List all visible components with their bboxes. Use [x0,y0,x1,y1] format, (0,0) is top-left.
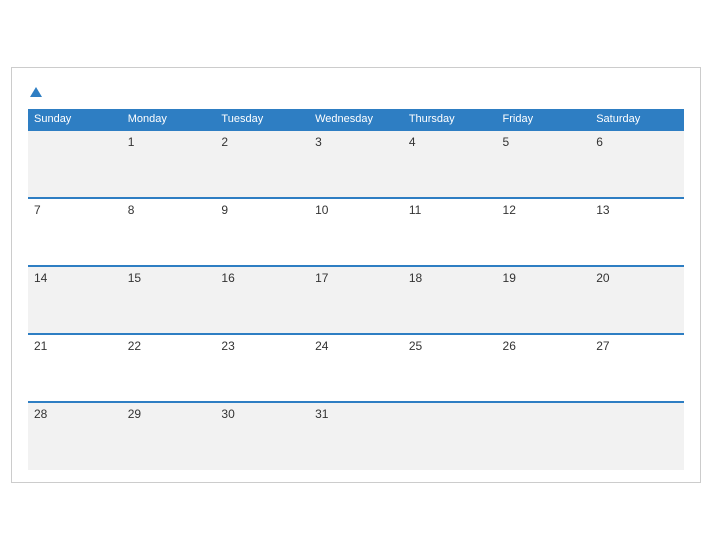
calendar-day-cell: 24 [309,334,403,402]
weekday-header-thursday: Thursday [403,109,497,130]
calendar-day-cell: 19 [497,266,591,334]
day-number: 19 [503,271,516,285]
weekday-header-tuesday: Tuesday [215,109,309,130]
calendar-day-cell: 18 [403,266,497,334]
day-number: 8 [128,203,135,217]
calendar-week-row: 1 2 3 4 5 6 [28,130,684,198]
day-number: 20 [596,271,609,285]
calendar-week-row: 14 15 16 17 18 19 20 [28,266,684,334]
day-number: 22 [128,339,141,353]
day-number: 28 [34,407,47,421]
calendar-week-row: 7 8 9 10 11 12 13 [28,198,684,266]
day-number: 12 [503,203,516,217]
calendar-day-cell: 12 [497,198,591,266]
calendar-day-cell: 27 [590,334,684,402]
calendar-day-cell: 23 [215,334,309,402]
day-number: 23 [221,339,234,353]
day-number: 3 [315,135,322,149]
day-number: 27 [596,339,609,353]
weekday-header-friday: Friday [497,109,591,130]
weekday-header-monday: Monday [122,109,216,130]
calendar-day-cell: 8 [122,198,216,266]
day-number: 18 [409,271,422,285]
day-number: 14 [34,271,47,285]
calendar-week-row: 21 22 23 24 25 26 27 [28,334,684,402]
calendar-day-cell: 4 [403,130,497,198]
calendar-day-cell: 7 [28,198,122,266]
weekday-header-sunday: Sunday [28,109,122,130]
calendar-day-cell: 1 [122,130,216,198]
calendar-day-cell: 22 [122,334,216,402]
day-number: 15 [128,271,141,285]
day-number: 11 [409,203,421,217]
calendar-day-cell [28,130,122,198]
calendar-container: SundayMondayTuesdayWednesdayThursdayFrid… [11,67,701,483]
logo-general-text [28,84,42,97]
day-number: 4 [409,135,416,149]
calendar-day-cell: 28 [28,402,122,470]
calendar-day-cell: 25 [403,334,497,402]
calendar-day-cell: 11 [403,198,497,266]
calendar-day-cell: 9 [215,198,309,266]
day-number: 17 [315,271,328,285]
weekday-header-row: SundayMondayTuesdayWednesdayThursdayFrid… [28,109,684,130]
logo [28,84,42,97]
calendar-day-cell: 13 [590,198,684,266]
day-number: 25 [409,339,422,353]
day-number: 26 [503,339,516,353]
calendar-day-cell: 3 [309,130,403,198]
calendar-day-cell: 21 [28,334,122,402]
calendar-day-cell: 29 [122,402,216,470]
calendar-day-cell: 16 [215,266,309,334]
weekday-header-saturday: Saturday [590,109,684,130]
calendar-day-cell: 2 [215,130,309,198]
calendar-day-cell: 17 [309,266,403,334]
day-number: 6 [596,135,603,149]
calendar-day-cell [497,402,591,470]
calendar-day-cell: 15 [122,266,216,334]
calendar-day-cell: 30 [215,402,309,470]
day-number: 2 [221,135,228,149]
day-number: 30 [221,407,234,421]
calendar-day-cell [590,402,684,470]
logo-triangle-icon [30,87,42,97]
day-number: 31 [315,407,328,421]
day-number: 29 [128,407,141,421]
day-number: 13 [596,203,609,217]
day-number: 10 [315,203,328,217]
calendar-day-cell: 26 [497,334,591,402]
calendar-week-row: 28 29 30 31 [28,402,684,470]
day-number: 7 [34,203,41,217]
day-number: 24 [315,339,328,353]
calendar-day-cell: 31 [309,402,403,470]
day-number: 5 [503,135,510,149]
day-number: 16 [221,271,234,285]
calendar-day-cell: 6 [590,130,684,198]
day-number: 1 [128,135,135,149]
calendar-day-cell: 10 [309,198,403,266]
calendar-day-cell: 5 [497,130,591,198]
calendar-day-cell: 20 [590,266,684,334]
calendar-header [28,84,684,97]
day-number: 9 [221,203,228,217]
calendar-day-cell: 14 [28,266,122,334]
calendar-day-cell [403,402,497,470]
weekday-header-wednesday: Wednesday [309,109,403,130]
calendar-table: SundayMondayTuesdayWednesdayThursdayFrid… [28,109,684,470]
day-number: 21 [34,339,47,353]
